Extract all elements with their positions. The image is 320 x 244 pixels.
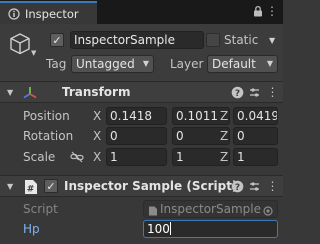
- tab-inspector[interactable]: Inspector: [0, 1, 97, 24]
- text-caret: [169, 222, 171, 235]
- chevron-down-icon: ▼: [266, 59, 273, 68]
- object-name-field[interactable]: InspectorSample: [70, 31, 204, 49]
- object-picker-icon[interactable]: [263, 204, 273, 216]
- transform-title: Transform: [62, 85, 131, 99]
- axis-z-label[interactable]: Z: [220, 108, 228, 124]
- presets-sliders-icon[interactable]: [248, 86, 261, 99]
- axis-x-label[interactable]: X: [93, 128, 101, 144]
- script-file-icon: #: [24, 179, 40, 195]
- scale-z-field[interactable]: 1: [233, 148, 278, 166]
- component-menu-icon[interactable]: ⋮: [266, 180, 279, 193]
- layer-dropdown[interactable]: Default ▼: [207, 55, 278, 73]
- position-z-field[interactable]: 0.0419: [233, 107, 278, 125]
- hp-label: Hp: [23, 222, 40, 236]
- chevron-down-icon: ▼: [142, 59, 149, 68]
- static-dropdown-chevron-icon[interactable]: ▼: [269, 36, 275, 45]
- axis-z-label[interactable]: Z: [220, 149, 228, 165]
- help-icon[interactable]: ?: [231, 86, 244, 99]
- constrain-proportions-link-icon[interactable]: [70, 151, 84, 163]
- script-label: Script: [23, 202, 58, 216]
- script-enabled-checkbox[interactable]: ✓: [44, 179, 58, 193]
- static-label: Static: [224, 33, 259, 47]
- script-object-field[interactable]: InspectorSample: [143, 200, 278, 218]
- axis-x-label[interactable]: X: [93, 149, 101, 165]
- layer-value: Default: [212, 57, 256, 71]
- script-component-title: Inspector Sample (Script): [64, 179, 238, 193]
- position-x-field[interactable]: 0.1418: [106, 107, 167, 125]
- svg-text:?: ?: [235, 183, 240, 193]
- static-checkbox[interactable]: [206, 33, 220, 47]
- component-menu-icon[interactable]: ⋮: [266, 86, 279, 99]
- position-label: Position: [23, 109, 70, 123]
- hp-input-field[interactable]: 100: [143, 220, 278, 238]
- foldout-arrow-icon[interactable]: ▼: [7, 88, 13, 97]
- rotation-z-field[interactable]: 0: [233, 127, 278, 145]
- tab-title: Inspector: [25, 6, 79, 21]
- foldout-arrow-icon[interactable]: ▼: [7, 182, 13, 191]
- scale-x-field[interactable]: 1: [106, 148, 167, 166]
- lock-icon[interactable]: [252, 5, 264, 17]
- svg-text:#: #: [27, 185, 35, 195]
- transform-axes-icon: [22, 85, 38, 101]
- svg-text:?: ?: [235, 89, 240, 99]
- gameobject-header: ▼ ✓ InspectorSample Static ▼ Tag Untagge…: [0, 24, 283, 82]
- hp-value: 100: [147, 222, 170, 236]
- info-icon: [8, 7, 20, 20]
- transform-body: Position X 0.1418 Y 0.1011 Z 0.0419 Rota…: [0, 104, 283, 175]
- tag-dropdown[interactable]: Untagged ▼: [71, 55, 154, 73]
- tag-value: Untagged: [76, 57, 135, 71]
- script-component-header[interactable]: ▼ # ✓ Inspector Sample (Script) ? ⋮: [0, 175, 283, 197]
- scale-label: Scale: [23, 150, 56, 164]
- chevron-down-icon[interactable]: ▼: [31, 49, 39, 57]
- rotation-x-field[interactable]: 0: [106, 127, 167, 145]
- presets-sliders-icon[interactable]: [248, 180, 261, 193]
- gameobject-cube-icon[interactable]: [8, 32, 32, 56]
- axis-z-label[interactable]: Z: [220, 128, 228, 144]
- rotation-label: Rotation: [23, 129, 74, 143]
- help-icon[interactable]: ?: [231, 180, 244, 193]
- kebab-menu-icon[interactable]: ⋮: [265, 4, 279, 18]
- window-tab-bar: Inspector ⋮: [0, 0, 283, 24]
- layer-label: Layer: [170, 57, 204, 71]
- script-object-value: InspectorSample: [160, 202, 261, 216]
- tag-label: Tag: [46, 57, 67, 71]
- active-checkbox[interactable]: ✓: [50, 33, 64, 47]
- transform-component-header[interactable]: ▼ Transform ? ⋮: [0, 81, 283, 103]
- axis-x-label[interactable]: X: [93, 108, 101, 124]
- script-asset-icon: [148, 204, 158, 216]
